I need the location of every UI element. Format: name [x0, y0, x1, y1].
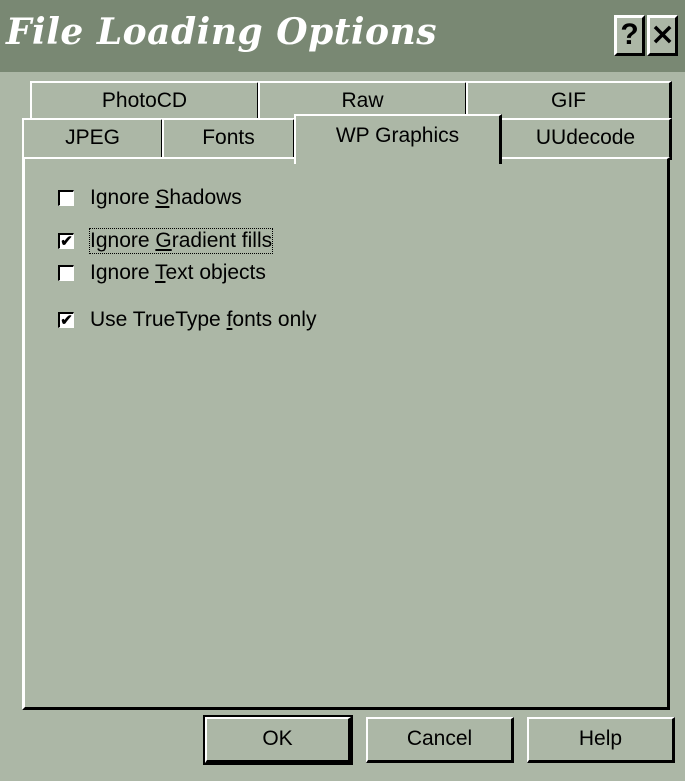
close-button[interactable]: ×	[647, 15, 678, 56]
ignore-gradient-fills-option[interactable]: ✔ Ignore Gradient fills	[58, 228, 274, 254]
cancel-button[interactable]: Cancel	[366, 717, 514, 763]
ignore-shadows-option[interactable]: Ignore Shadows	[58, 186, 242, 210]
tab-jpeg[interactable]: JPEG	[22, 118, 164, 160]
truetype-fonts-only-label: Use TrueType fonts only	[90, 308, 317, 331]
tab-photocd[interactable]: PhotoCD	[30, 81, 260, 121]
ignore-gradient-fills-label: Ignore Gradient fills	[88, 228, 274, 254]
truetype-fonts-only-checkbox[interactable]: ✔	[58, 312, 74, 328]
ignore-shadows-checkbox[interactable]	[58, 190, 74, 206]
tab-uudecode[interactable]: UUdecode	[500, 118, 672, 160]
ok-button[interactable]: OK	[203, 715, 353, 765]
ignore-text-objects-option[interactable]: Ignore Text objects	[58, 261, 266, 285]
help-button[interactable]: Help	[527, 717, 675, 763]
ignore-text-objects-label: Ignore Text objects	[90, 261, 266, 284]
title-bar: File Loading Options ? ×	[0, 0, 685, 72]
ignore-shadows-label: Ignore Shadows	[90, 186, 242, 209]
ignore-gradient-fills-checkbox[interactable]: ✔	[58, 233, 74, 249]
truetype-fonts-only-option[interactable]: ✔ Use TrueType fonts only	[58, 308, 316, 332]
tab-wp-graphics[interactable]: WP Graphics	[294, 114, 502, 164]
window-title: File Loading Options	[6, 11, 438, 53]
help-question-button[interactable]: ?	[614, 15, 645, 56]
tab-fonts[interactable]: Fonts	[162, 118, 296, 160]
ignore-text-objects-checkbox[interactable]	[58, 265, 74, 281]
